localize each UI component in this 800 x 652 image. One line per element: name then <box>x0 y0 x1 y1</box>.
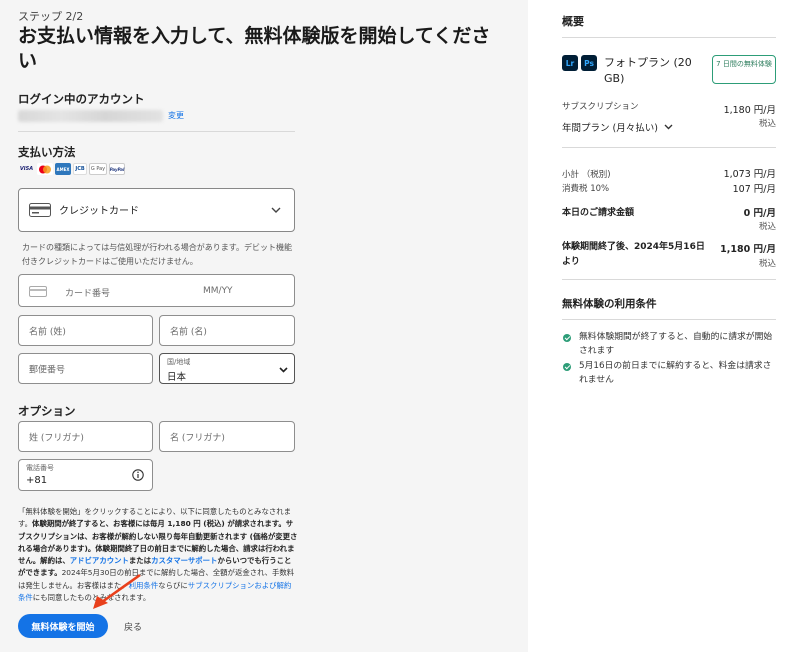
payment-method-select[interactable]: クレジットカード <box>18 188 295 232</box>
paypal-logo-icon: PayPal <box>109 163 125 175</box>
subtotal-value: 1,073 円/月 <box>723 169 776 180</box>
free-trial-badge: 7 日間の無料体験 <box>712 55 776 84</box>
trial-term-item: 無料体験期間が終了すると、自動的に請求が開始されます <box>579 332 773 356</box>
last-name-field[interactable]: 名前 (姓) <box>18 315 153 346</box>
payment-form-panel: ステップ 2/2 お支払い情報を入力して、無料体験版を開始してください ログイン… <box>0 0 528 652</box>
google-pay-logo-icon: G Pay <box>89 163 107 175</box>
subscription-tax-note: 税込 <box>758 119 776 129</box>
adobe-account-link[interactable]: アドビアカウント <box>70 556 129 565</box>
first-name-kana-field[interactable]: 名 (フリガナ) <box>159 421 295 452</box>
today-charge-value: 0 円/月 <box>743 208 776 219</box>
trial-terms-heading: 無料体験の利用条件 <box>562 298 657 310</box>
annotation-arrow-icon <box>93 573 141 609</box>
check-icon <box>563 363 571 371</box>
order-summary-panel <box>528 0 800 652</box>
payment-method-value: クレジットカード <box>59 206 139 217</box>
options-heading: オプション <box>18 404 76 418</box>
photoshop-app-icon: Ps <box>581 55 597 71</box>
postal-code-field[interactable]: 郵便番号 <box>18 353 153 384</box>
divider <box>562 147 776 148</box>
tax-label: 消費税 10% <box>562 184 610 194</box>
page-title: お支払い情報を入力して、無料体験版を開始してください <box>18 25 491 72</box>
first-name-field[interactable]: 名前 (名) <box>159 315 295 346</box>
card-note: カードの種類によっては与信処理が行われる場合があります。デビット機能付きクレジッ… <box>22 243 292 266</box>
chevron-down-icon <box>279 367 288 373</box>
card-number-placeholder: カード番号 <box>65 289 111 299</box>
subtotal-label: 小計 （税別) <box>562 170 611 180</box>
after-trial-tax-note: 税込 <box>758 259 776 269</box>
subscription-label: サブスクリプション <box>562 102 639 112</box>
start-trial-button[interactable]: 無料体験を開始 <box>18 614 108 638</box>
check-icon <box>563 334 571 342</box>
today-charge-label: 本日のご請求金額 <box>562 208 635 218</box>
credit-card-icon <box>29 203 51 217</box>
legal-text: 「無料体験を開始」をクリックすることにより、以下に同意したものとみなされます。体… <box>18 507 298 603</box>
payment-method-heading: 支払い方法 <box>18 145 76 159</box>
tax-value: 107 円/月 <box>732 184 776 195</box>
customer-support-link[interactable]: カスタマーサポート <box>151 556 217 565</box>
summary-heading: 概要 <box>562 15 584 28</box>
today-tax-note: 税込 <box>758 222 776 232</box>
divider <box>562 279 776 280</box>
divider <box>18 131 295 132</box>
expiry-field[interactable]: MM/YY <box>203 286 233 296</box>
amex-logo-icon: AMEX <box>55 163 71 175</box>
phone-field[interactable]: 電話番号 +81 <box>18 459 153 491</box>
divider <box>562 319 776 320</box>
country-value: 日本 <box>167 372 187 383</box>
mastercard-logo-icon <box>37 163 53 175</box>
plan-name: フォトプラン (20 GB) <box>604 56 692 85</box>
back-link[interactable]: 戻る <box>124 620 142 633</box>
trial-term-item: 5月16日の前日までに解約すると、料金は請求されません <box>579 361 772 385</box>
chevron-down-icon <box>664 124 673 130</box>
country-select[interactable]: 国/地域 日本 <box>159 353 295 384</box>
step-indicator: ステップ 2/2 <box>18 10 84 23</box>
info-icon[interactable] <box>132 469 144 481</box>
divider <box>562 37 776 38</box>
jcb-logo-icon: JCB <box>73 163 87 175</box>
subscription-price: 1,180 円/月 <box>723 105 776 116</box>
visa-logo-icon: VISA <box>19 166 34 172</box>
lightroom-app-icon: Lr <box>562 55 578 71</box>
account-email-redacted <box>18 110 163 122</box>
card-icon <box>29 286 47 297</box>
change-account-link[interactable]: 変更 <box>168 110 184 121</box>
plan-term-select[interactable]: 年間プラン (月々払い) <box>562 120 673 134</box>
chevron-down-icon <box>271 207 281 213</box>
card-number-field[interactable]: カード番号 MM/YY <box>18 274 295 307</box>
phone-value: +81 <box>26 475 48 486</box>
after-trial-value: 1,180 円/月 <box>720 244 776 255</box>
account-heading: ログイン中のアカウント <box>18 92 145 106</box>
last-name-kana-field[interactable]: 姓 (フリガナ) <box>18 421 153 452</box>
